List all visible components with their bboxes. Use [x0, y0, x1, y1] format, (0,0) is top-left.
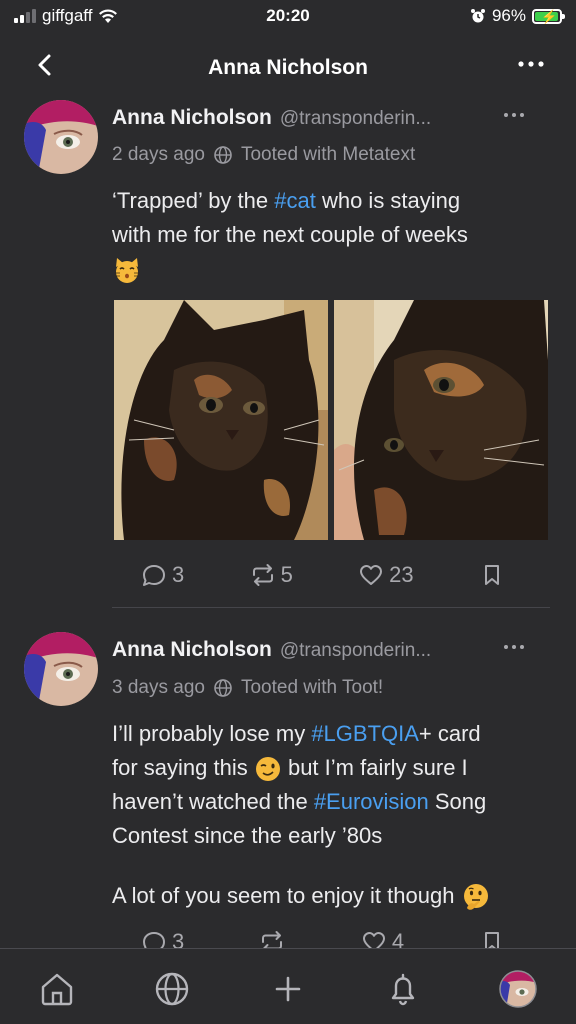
more-options-icon[interactable] [516, 54, 546, 74]
home-icon[interactable] [37, 969, 77, 1009]
battery-percent: 96% [491, 6, 526, 25]
winking-face-emoji [255, 757, 280, 782]
page-title: Anna Nicholson [208, 56, 368, 79]
post-content: I’ll probably lose my #LGBTQIA+ card for… [112, 717, 546, 913]
content-text: Contest since the early ’80s [112, 823, 383, 848]
bell-icon[interactable] [383, 969, 423, 1009]
avatar[interactable] [24, 632, 98, 706]
post-more-icon[interactable] [502, 642, 526, 652]
content-text: + card [418, 721, 481, 746]
navigation-bar: Anna Nicholson [0, 44, 576, 94]
globe-icon[interactable] [152, 969, 192, 1009]
content-text: who is staying [315, 188, 461, 213]
profile-avatar[interactable] [498, 969, 538, 1009]
bookmark-icon [484, 565, 499, 585]
hashtag-link[interactable]: #Eurovision [314, 789, 429, 814]
favourite-count: 23 [389, 562, 414, 587]
post-timestamp: 2 days ago [112, 144, 205, 165]
post-client: Tooted with Toot! [240, 677, 384, 698]
media-attachments [114, 300, 548, 540]
cat-photo-2[interactable] [334, 300, 548, 540]
post-more-icon[interactable] [502, 110, 526, 120]
post-divider [112, 607, 550, 608]
alarm-icon [470, 9, 485, 23]
content-text: A lot of you seem to enjoy it though [112, 883, 461, 908]
heart-icon [360, 565, 383, 585]
globe-icon [214, 146, 232, 164]
post-content: ‘Trapped’ by the #cat who is staying wit… [112, 184, 546, 286]
user-handle: @transponderin... [279, 640, 432, 661]
favourite-button[interactable]: 23 [357, 561, 414, 589]
battery-group: 96% ⚡ [470, 6, 565, 26]
boost-count: 5 [280, 562, 293, 587]
hashtag-link[interactable]: #cat [274, 188, 316, 213]
tab-bar [0, 948, 576, 1024]
post-timestamp: 3 days ago [112, 677, 205, 698]
post-client: Tooted with Metatext [240, 144, 416, 165]
content-text: I’ll probably lose my [112, 721, 312, 746]
cat-photo-1[interactable] [114, 300, 328, 540]
status-bar: giffgaff 20:20 96% ⚡ [0, 0, 576, 34]
kissing-cat-emoji [115, 258, 139, 284]
content-text: for saying this [112, 755, 254, 780]
content-text: ‘Trapped’ by the [112, 188, 275, 213]
boost-button[interactable]: 5 [249, 561, 293, 589]
content-text: haven’t watched the [112, 789, 314, 814]
reply-bubble-icon [143, 565, 165, 586]
display-name[interactable]: Anna Nicholson [112, 106, 272, 130]
display-name[interactable]: Anna Nicholson [112, 638, 272, 662]
user-handle: @transponderin... [279, 108, 432, 129]
avatar[interactable] [24, 100, 98, 174]
plus-icon[interactable] [268, 969, 308, 1009]
battery-icon: ⚡ [532, 8, 565, 24]
bookmark-button[interactable] [478, 561, 506, 589]
content-text: but I’m fairly sure I [281, 755, 468, 780]
reply-count: 3 [172, 562, 185, 587]
reply-button[interactable]: 3 [140, 561, 184, 589]
thinking-face-emoji [463, 884, 488, 910]
content-text: with me for the next couple of weeks [112, 222, 468, 247]
hashtag-link[interactable]: #LGBTQIA [311, 721, 419, 746]
content-text: Song [428, 789, 487, 814]
globe-icon [214, 679, 232, 697]
boost-icon [252, 564, 273, 586]
